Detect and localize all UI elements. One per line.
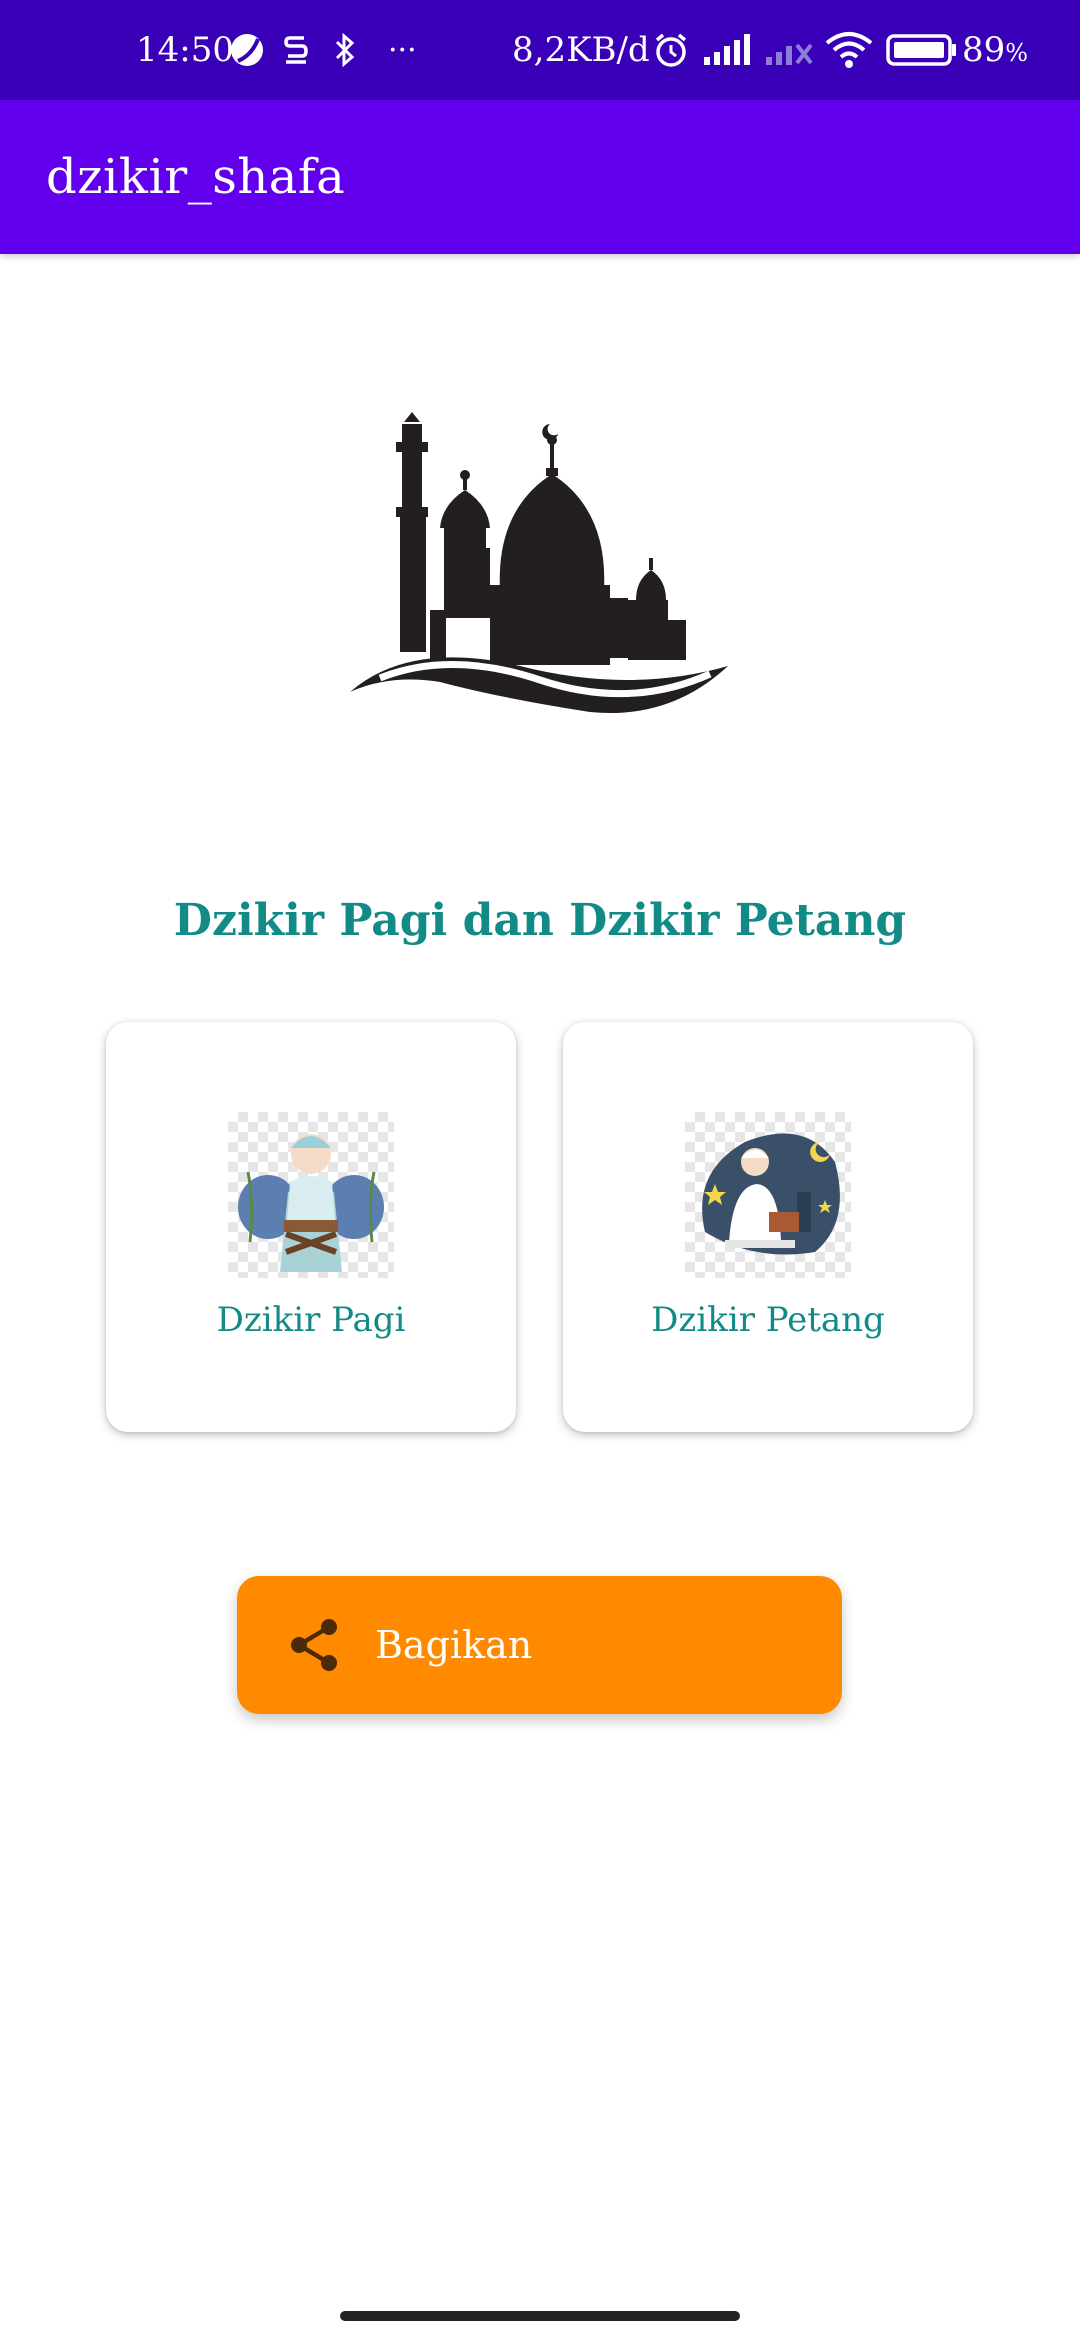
- share-button[interactable]: Bagikan: [237, 1576, 842, 1714]
- mosque-icon: [340, 410, 740, 740]
- moon-icon: [228, 0, 266, 100]
- morning-dzikir-illustration: [228, 1112, 394, 1278]
- page-headline: Dzikir Pagi dan Dzikir Petang: [173, 895, 907, 946]
- share-button-label: Bagikan: [375, 1623, 533, 1667]
- home-indicator[interactable]: [340, 2311, 740, 2321]
- dzikir-petang-label: Dzikir Petang: [651, 1300, 885, 1340]
- battery-icon: [886, 0, 958, 100]
- more-notifications-icon: ···: [388, 32, 417, 68]
- app-title: dzikir_shafa: [46, 149, 346, 205]
- bluetooth-icon: [334, 0, 356, 100]
- dzikir-pagi-card[interactable]: Dzikir Pagi: [106, 1022, 516, 1432]
- battery-level: 89%: [962, 0, 1028, 100]
- app-bar: dzikir_shafa: [0, 100, 1080, 254]
- alarm-icon: [652, 0, 690, 100]
- dzikir-pagi-label: Dzikir Pagi: [216, 1300, 406, 1340]
- evening-dzikir-illustration: [685, 1112, 851, 1278]
- signal-off-icon: [764, 0, 814, 100]
- battery-percent: 89: [962, 30, 1006, 70]
- s-app-icon: [282, 0, 310, 100]
- signal-icon: [702, 0, 752, 100]
- dzikir-petang-card[interactable]: Dzikir Petang: [563, 1022, 973, 1432]
- status-time: 14:50: [136, 30, 234, 70]
- network-speed: 8,2KB/d: [512, 30, 650, 70]
- battery-unit: %: [1005, 39, 1029, 67]
- share-icon: [291, 1619, 337, 1671]
- wifi-icon: [824, 0, 874, 100]
- status-bar: 14:50 ··· 8,2KB/d 89 %: [0, 0, 1080, 100]
